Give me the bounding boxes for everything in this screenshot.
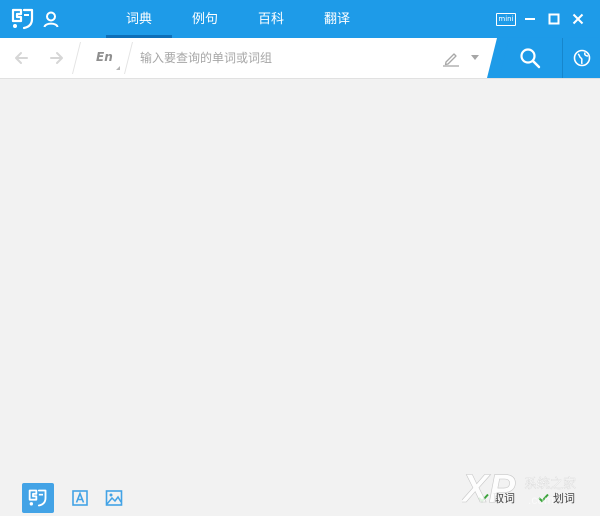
language-selector[interactable]: En — [96, 50, 113, 64]
tab-example-sentences[interactable]: 例句 — [172, 0, 238, 38]
image-mode-button[interactable] — [98, 483, 130, 513]
tab-translate[interactable]: 翻译 — [304, 0, 370, 38]
mini-label: mini — [496, 12, 516, 26]
close-button[interactable] — [566, 7, 590, 31]
separator — [72, 42, 81, 74]
maximize-button[interactable] — [542, 7, 566, 31]
search-button[interactable] — [498, 38, 562, 78]
minimize-icon — [525, 18, 535, 20]
search-icon — [520, 48, 541, 69]
tab-label: 词典 — [125, 12, 152, 27]
tab-label: 翻译 — [323, 12, 350, 27]
svg-text:XP: XP — [462, 467, 516, 511]
tab-dictionary[interactable]: 词典 — [106, 0, 172, 38]
dictionary-mode-button[interactable] — [22, 483, 54, 513]
minimize-button[interactable] — [518, 7, 542, 31]
handwriting-icon[interactable] — [442, 49, 460, 67]
forward-arrow-icon[interactable] — [48, 49, 66, 67]
globe-icon — [573, 49, 590, 67]
tab-label: 例句 — [191, 12, 218, 27]
title-bar: 词典 例句 百科 翻译 mini — [0, 0, 600, 38]
user-icon[interactable] — [42, 10, 60, 28]
svg-text:.com: .com — [528, 493, 554, 507]
search-input[interactable] — [140, 47, 430, 69]
image-mode-icon — [105, 490, 123, 506]
dictionary-mode-icon — [28, 489, 47, 507]
app-logo-icon[interactable] — [10, 7, 36, 31]
text-mode-icon — [72, 490, 88, 506]
globe-button[interactable] — [562, 38, 600, 78]
maximize-icon — [548, 13, 560, 25]
language-corner-marker — [116, 66, 120, 70]
site-watermark: XP 系统之家 .com — [462, 467, 576, 512]
mini-mode-button[interactable]: mini — [494, 7, 518, 31]
text-mode-button[interactable] — [64, 483, 96, 513]
handwriting-dropdown-arrow[interactable] — [471, 55, 479, 60]
svg-text:系统之家: 系统之家 — [524, 476, 576, 492]
app-window: 词典 例句 百科 翻译 mini En 输入要查询的单词或词组 取词 划词 XP… — [0, 0, 600, 516]
tab-encyclopedia[interactable]: 百科 — [238, 0, 304, 38]
tab-label: 百科 — [257, 12, 284, 27]
window-controls: mini — [494, 0, 590, 38]
close-icon — [572, 13, 584, 25]
back-arrow-icon[interactable] — [12, 49, 30, 67]
search-bar: En — [0, 38, 600, 79]
content-area — [0, 79, 600, 480]
tab-bar: 词典 例句 百科 翻译 — [106, 0, 370, 38]
separator — [124, 42, 133, 74]
